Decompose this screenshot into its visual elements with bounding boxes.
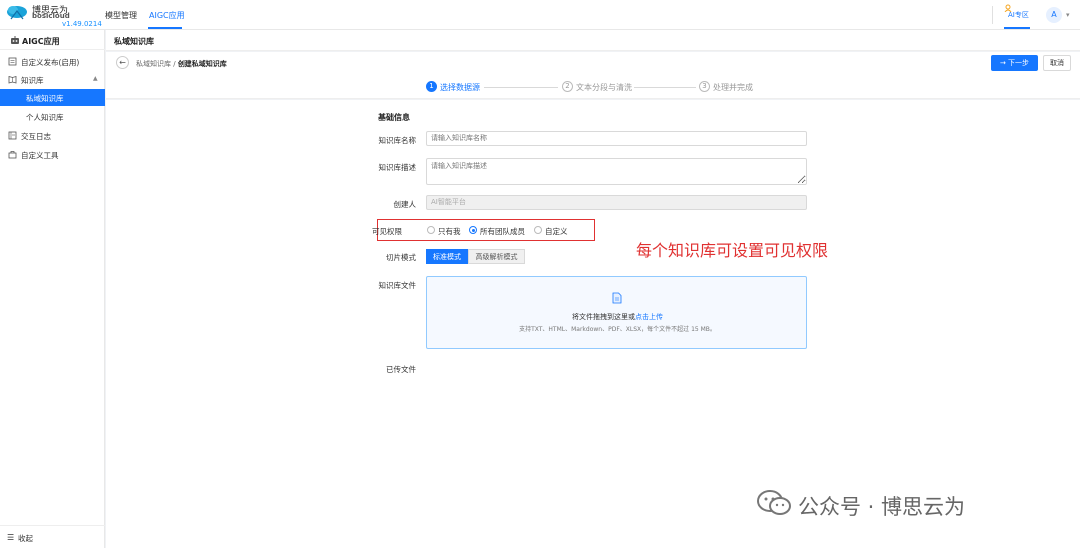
cloud-logo-icon bbox=[7, 6, 27, 20]
menu-icon: ☰ bbox=[7, 533, 15, 542]
upload-text: 将文件拖拽到这里或 bbox=[572, 313, 635, 321]
book-icon bbox=[8, 75, 17, 84]
sidebar-item-personal-kb[interactable]: 个人知识库 bbox=[0, 108, 105, 125]
file-upload-dropzone[interactable]: 将文件拖拽到这里或点击上传 支持TXT、HTML、Markdown、PDF、XL… bbox=[426, 276, 807, 349]
nav-active-indicator bbox=[148, 27, 182, 29]
step-number: 2 bbox=[562, 81, 573, 92]
breadcrumb-current: 创建私域知识库 bbox=[177, 60, 227, 68]
form-area: 基础信息 知识库名称 知识库描述 创建人 AI智能平台 可见权限 只有我 所有团… bbox=[106, 100, 1080, 548]
step-connector bbox=[634, 87, 696, 88]
sidebar-item-label: 交互日志 bbox=[21, 132, 51, 141]
divider bbox=[992, 6, 993, 24]
sidebar-item-interaction-log[interactable]: 交互日志 bbox=[0, 128, 105, 144]
step-label: 选择数据源 bbox=[440, 83, 480, 92]
radio-label: 只有我 bbox=[438, 227, 461, 236]
user-avatar[interactable]: A bbox=[1046, 7, 1062, 23]
top-bar: 博思云为 bosicloud v1.49.0214 模型管理 AIGC应用 AI… bbox=[0, 0, 1080, 30]
nav-aigc-apps[interactable]: AIGC应用 bbox=[149, 10, 185, 21]
click-upload-link[interactable]: 点击上传 bbox=[635, 313, 663, 321]
step-number: 3 bbox=[699, 81, 710, 92]
slice-label: 切片模式 bbox=[386, 253, 416, 262]
upload-instructions: 将文件拖拽到这里或点击上传 bbox=[427, 312, 808, 322]
sidebar-item-knowledge-base[interactable]: 知识库 ▲ bbox=[0, 72, 105, 88]
log-icon bbox=[8, 131, 17, 140]
watermark-text: 公众号 · 博思云为 bbox=[798, 495, 966, 519]
steps-indicator: 1 选择数据源 2 文本分段与清洗 3 处理并完成 bbox=[106, 74, 1080, 99]
sidebar-item-label: 自定义发布(启用) bbox=[21, 58, 80, 67]
slice-standard-button[interactable]: 标准模式 bbox=[426, 249, 468, 264]
divider bbox=[0, 49, 105, 50]
name-label: 知识库名称 bbox=[378, 136, 417, 145]
sidebar-item-label: 知识库 bbox=[21, 76, 44, 85]
radio-checked-icon bbox=[469, 226, 477, 234]
toolbox-icon bbox=[8, 151, 17, 159]
nav-model-management[interactable]: 模型管理 bbox=[105, 10, 137, 21]
ai-zone-indicator bbox=[1004, 27, 1030, 29]
chevron-up-icon: ▲ bbox=[93, 75, 98, 82]
next-step-button[interactable]: → 下一步 bbox=[991, 55, 1038, 71]
breadcrumb-separator: / bbox=[171, 60, 178, 68]
sidebar-item-custom-tools[interactable]: 自定义工具 bbox=[0, 147, 105, 163]
radio-icon bbox=[534, 226, 542, 234]
radio-label: 自定义 bbox=[545, 227, 568, 236]
version-label: v1.49.0214 bbox=[62, 20, 102, 28]
upload-hint: 支持TXT、HTML、Markdown、PDF、XLSX，每个文件不超过 15 … bbox=[519, 326, 716, 333]
step-connector bbox=[484, 87, 558, 88]
creator-label: 创建人 bbox=[393, 200, 417, 209]
slice-advanced-button[interactable]: 高级解析模式 bbox=[468, 249, 525, 264]
file-label: 知识库文件 bbox=[378, 281, 417, 290]
sidebar-item-label: 私域知识库 bbox=[26, 94, 64, 103]
action-bar: ← 私域知识库 / 创建私域知识库 → 下一步 取消 bbox=[106, 52, 1080, 74]
back-button[interactable]: ← bbox=[116, 56, 129, 69]
page-title: 私域知识库 bbox=[114, 37, 154, 46]
kb-desc-input[interactable] bbox=[426, 158, 807, 185]
breadcrumb: 私域知识库 / 创建私域知识库 bbox=[136, 59, 227, 69]
wechat-icon bbox=[757, 490, 791, 515]
sidebar-item-label: 个人知识库 bbox=[26, 113, 64, 122]
file-icon bbox=[612, 292, 622, 304]
cancel-button[interactable]: 取消 bbox=[1043, 55, 1071, 71]
uploaded-files-label: 已传文件 bbox=[386, 365, 416, 374]
sidebar-item-label: 自定义工具 bbox=[21, 151, 59, 160]
step-label: 处理并完成 bbox=[713, 83, 753, 92]
page-header: 私域知识库 bbox=[106, 30, 1080, 51]
radio-label: 所有团队成员 bbox=[480, 227, 525, 236]
section-title: 基础信息 bbox=[378, 113, 410, 122]
document-icon bbox=[8, 57, 17, 66]
kb-name-input[interactable] bbox=[426, 131, 807, 146]
step-label: 文本分段与清洗 bbox=[576, 83, 632, 92]
sidebar-collapse-button[interactable]: ☰ 收起 bbox=[0, 525, 105, 548]
brand-name-en: bosicloud bbox=[32, 12, 70, 20]
step-number: 1 bbox=[426, 81, 437, 92]
ai-zone-label[interactable]: AI专区 bbox=[1008, 10, 1029, 20]
sidebar-item-custom-publish[interactable]: 自定义发布(启用) bbox=[0, 54, 105, 70]
collapse-label: 收起 bbox=[18, 534, 33, 543]
creator-field: AI智能平台 bbox=[426, 195, 807, 210]
radio-icon bbox=[427, 226, 435, 234]
sidebar-title-label: AIGC应用 bbox=[22, 37, 60, 46]
sidebar: AIGC应用 自定义发布(启用) 知识库 ▲ 私域知识库 个人知识库 交互日志 … bbox=[0, 30, 105, 548]
perm-label: 可见权限 bbox=[372, 227, 402, 236]
sidebar-item-private-kb[interactable]: 私域知识库 bbox=[0, 89, 105, 106]
chevron-down-icon[interactable]: ▾ bbox=[1066, 11, 1070, 19]
annotation-text: 每个知识库可设置可见权限 bbox=[636, 241, 829, 260]
robot-icon bbox=[11, 36, 19, 44]
desc-label: 知识库描述 bbox=[378, 163, 417, 172]
breadcrumb-parent[interactable]: 私域知识库 bbox=[136, 60, 171, 68]
arrow-left-icon: ← bbox=[119, 58, 126, 67]
